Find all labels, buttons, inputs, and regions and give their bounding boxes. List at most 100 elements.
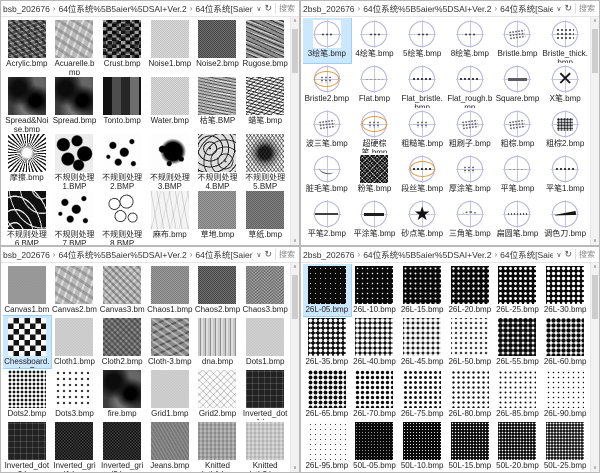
scrollbar[interactable]: ∧ ∨ [290, 17, 299, 245]
scrollbar[interactable]: ∧ ∨ [590, 17, 599, 245]
file-item[interactable]: Cloth-3.bmp [146, 316, 194, 368]
file-item[interactable]: Tonto.bmp [98, 75, 146, 132]
file-item[interactable]: Spread.bmp [51, 75, 99, 132]
file-item[interactable]: 26L-70.bmp [351, 368, 399, 420]
breadcrumb-segment[interactable]: 64位系统[Saier]SAI Ver.2 [195, 249, 253, 261]
file-item[interactable]: Grid2.bmp [194, 368, 242, 420]
file-item[interactable]: Crust.bmp [98, 18, 146, 75]
file-item[interactable]: 26L-15.bmp [398, 264, 446, 316]
scroll-up-arrow-icon[interactable]: ∧ [291, 263, 299, 271]
scroll-down-arrow-icon[interactable]: ∨ [291, 464, 299, 472]
file-item[interactable]: 麻布.bmp [146, 189, 194, 245]
file-item[interactable]: 26L-55.bmp [494, 316, 542, 368]
file-item[interactable]: 4绘笔.bmp [351, 18, 399, 63]
file-item[interactable]: 26L-65.bmp [303, 368, 351, 420]
file-item[interactable]: Bristle.bmp [494, 18, 542, 63]
file-item[interactable]: Chaos1.bmp [146, 264, 194, 316]
file-item[interactable]: 26L-35.bmp [303, 316, 351, 368]
breadcrumb-segment[interactable]: 64位系统%5B5aier%5DSAI+Ver.2 [58, 249, 186, 261]
breadcrumb-segment[interactable]: 64位系统%5B5aier%5DSAI+Ver.2 [363, 3, 491, 15]
file-item[interactable]: Bristle_thick.bmp [541, 18, 589, 63]
file-item[interactable]: 波三笔.bmp [303, 108, 351, 153]
file-item[interactable]: Noise2.bmp [194, 18, 242, 75]
file-item[interactable]: 不规则处理 3.BMP [146, 132, 194, 189]
file-item[interactable]: Rugose.bmp [241, 18, 289, 75]
file-item[interactable]: dna.bmp [194, 316, 242, 368]
scrollbar-thumb[interactable] [292, 29, 298, 73]
file-item[interactable]: 粉笔.bmp [351, 153, 399, 198]
file-item[interactable]: 平涂笔.bmp [351, 198, 399, 243]
file-item[interactable]: 蜡笔.bmp [241, 75, 289, 132]
file-item[interactable]: 平笔2.bmp [303, 198, 351, 243]
file-item[interactable]: 厚涂笔.bmp [446, 153, 494, 198]
file-item[interactable]: 调色刀.bmp [541, 198, 589, 243]
file-item[interactable]: 26L-75.bmp [398, 368, 446, 420]
file-item[interactable]: 枯笔.BMP [194, 75, 242, 132]
file-item[interactable]: 26L-45.bmp [398, 316, 446, 368]
breadcrumb-segment[interactable]: 64位系统%5B5aier%5DSAI+Ver.2 [363, 249, 491, 261]
scroll-down-arrow-icon[interactable]: ∨ [291, 237, 299, 245]
file-item[interactable]: 不规则处理 8.BMP [98, 189, 146, 245]
file-item[interactable]: Inverted_dots1.bmp [241, 368, 289, 420]
scrollbar-thumb[interactable] [592, 275, 598, 319]
file-item[interactable]: 不规则处理 4.BMP [194, 132, 242, 189]
file-item[interactable]: Dots2.bmp [3, 368, 51, 420]
file-item[interactable]: 8绘笔.bmp [446, 18, 494, 63]
file-item[interactable]: 超硬棕笔.bmp [351, 108, 399, 153]
file-item[interactable]: Flat.bmp [351, 63, 399, 108]
file-item[interactable]: 26L-05.bmp [303, 264, 351, 316]
chevron-down-icon[interactable]: ∨ [256, 5, 261, 13]
file-item[interactable]: 粗糙笔.bmp [398, 108, 446, 153]
file-item[interactable]: 摩擦.bmp [3, 132, 51, 189]
file-item[interactable]: 50L-25.bmp [541, 420, 589, 472]
breadcrumb-segment[interactable]: 2bsb_202676 [303, 4, 355, 14]
file-item[interactable]: Cloth1.bmp [51, 316, 99, 368]
file-item[interactable]: 平笔.bmp [494, 153, 542, 198]
file-item[interactable]: 不规则处理 1.BMP [51, 132, 99, 189]
file-item[interactable]: Knitted cloth2.bmp [241, 420, 289, 472]
file-item[interactable]: 粗刷子.bmp [446, 108, 494, 153]
breadcrumb-segment[interactable]: 64位系统[Saier]SAI Ver.2 [500, 3, 553, 15]
file-item[interactable]: Bristle2.bmp [303, 63, 351, 108]
file-item[interactable]: Canvas2.bmp [51, 264, 99, 316]
file-item[interactable]: 5绘笔.bmp [398, 18, 446, 63]
file-item[interactable]: 不规则处理 6.BMP [3, 189, 51, 245]
file-item[interactable]: Flat_bristle.bmp [398, 63, 446, 108]
scrollbar[interactable]: ∧ ∨ [290, 263, 299, 472]
search-box[interactable]: 搜索 [575, 249, 597, 260]
file-item[interactable]: 50L-10.bmp [398, 420, 446, 472]
file-item[interactable]: Acuarelle.bmp [51, 18, 99, 75]
scrollbar[interactable]: ∧ ∨ [590, 263, 599, 472]
file-item[interactable]: 50L-15.bmp [446, 420, 494, 472]
file-item[interactable]: Chessboard.bmP [3, 316, 51, 368]
file-item[interactable]: 50L-05.bmp [351, 420, 399, 472]
file-item[interactable]: 26L-95.bmp [303, 420, 351, 472]
refresh-icon[interactable]: ↻ [264, 249, 272, 260]
breadcrumb-segment[interactable]: bsb_202676 [3, 4, 50, 14]
file-item[interactable]: 平笔1.bmp [541, 153, 589, 198]
file-item[interactable]: 粗棕2.bmp [541, 108, 589, 153]
file-item[interactable]: Knitted cloth1.bmp [194, 420, 242, 472]
breadcrumb-segment[interactable]: 64位系统%5B5aier%5DSAI+Ver.2 [58, 3, 186, 15]
file-item[interactable]: Chaos2.bmp [194, 264, 242, 316]
file-item[interactable]: Cloth2.bmp [98, 316, 146, 368]
refresh-icon[interactable]: ↻ [564, 3, 572, 14]
file-item[interactable]: 草纸.bmp [241, 189, 289, 245]
breadcrumb-segment[interactable]: 64位系统[Saier]SAI Ver.2 [500, 249, 553, 261]
file-item[interactable]: 26L-20.bmp [446, 264, 494, 316]
file-item[interactable]: fire.bmp [98, 368, 146, 420]
chevron-down-icon[interactable]: ∨ [556, 5, 561, 13]
file-item[interactable]: Grid1.bmp [146, 368, 194, 420]
file-item[interactable]: Noise1.bmp [146, 18, 194, 75]
file-item[interactable]: 草地.bmp [194, 189, 242, 245]
file-item[interactable]: 26L-85.bmp [494, 368, 542, 420]
file-item[interactable]: 26L-90.bmp [541, 368, 589, 420]
chevron-down-icon[interactable]: ∨ [256, 251, 261, 259]
scroll-up-arrow-icon[interactable]: ∧ [291, 17, 299, 25]
file-item[interactable]: Water.bmp [146, 75, 194, 132]
file-item[interactable]: 26L-40.bmp [351, 316, 399, 368]
file-item[interactable]: 26L-30.bmp [541, 264, 589, 316]
file-item[interactable]: 不规则处理 7.BMP [51, 189, 99, 245]
file-item[interactable]: Canvas3.bmp [98, 264, 146, 316]
file-item[interactable]: 粗棕.bmp [494, 108, 542, 153]
